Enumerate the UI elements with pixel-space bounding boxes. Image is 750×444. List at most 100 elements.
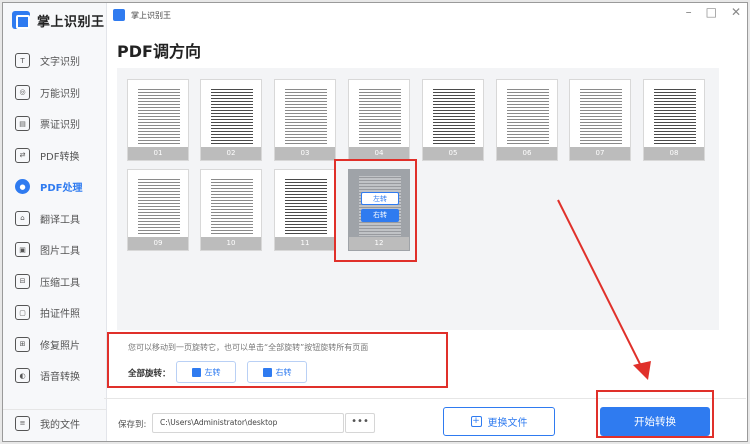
repair-photo-icon: ⊞ (15, 336, 30, 352)
sidebar-item-3[interactable]: ⇄ PDF转换 (3, 140, 106, 172)
start-convert-button[interactable]: 开始转换 (600, 407, 710, 436)
rotate-hint: 您可以移动到一页旋转它，也可以单击“全部旋转”按钮旋转所有页面 (128, 343, 369, 352)
sidebar-item-9[interactable]: ⊞ 修复照片 (3, 329, 106, 361)
app-logo-icon (12, 11, 30, 29)
page-thumbnail[interactable]: 左转右转 12 (348, 169, 410, 251)
ticket-recognition-icon: ▤ (15, 116, 30, 132)
page-thumbnail[interactable]: 01 (127, 79, 189, 161)
page-preview (359, 88, 401, 146)
page-preview (138, 178, 180, 236)
id-photo-icon: ▢ (15, 305, 30, 321)
page-preview (580, 88, 622, 146)
app-name: 掌上识别王 (37, 14, 105, 30)
brand: 掌上识别王 (12, 9, 105, 31)
image-tool-icon: ▣ (15, 242, 30, 258)
rotate-all-right-label: 右转 (275, 367, 292, 377)
page-preview (138, 88, 180, 146)
translate-icon: ⌂ (15, 210, 30, 226)
sidebar-item-label: PDF转换 (40, 151, 80, 163)
minimize-icon[interactable]: – (686, 5, 692, 19)
page-preview (211, 178, 253, 236)
save-to-label: 保存到: (118, 420, 147, 430)
sidebar-item-label: 票证识别 (40, 120, 80, 132)
page-preview (507, 88, 549, 146)
page-thumbnail[interactable]: 10 (200, 169, 262, 251)
close-icon[interactable]: ✕ (731, 5, 741, 19)
rotate-page-left-button[interactable]: 左转 (361, 192, 399, 205)
sidebar-item-5[interactable]: ⌂ 翻译工具 (3, 203, 106, 235)
sidebar-item-label: 拍证件照 (40, 309, 80, 321)
maximize-icon[interactable]: □ (706, 5, 717, 19)
page-number: 10 (201, 237, 261, 250)
bottom-divider (104, 398, 746, 399)
page-number: 01 (128, 147, 188, 160)
title-bar: 掌上识别王 – □ ✕ (107, 3, 747, 27)
change-file-button[interactable]: + 更换文件 (443, 407, 555, 436)
window-controls: – □ ✕ (686, 5, 741, 19)
universal-recognition-icon: ◎ (15, 84, 30, 100)
page-thumbnail[interactable]: 05 (422, 79, 484, 161)
page-preview (285, 178, 327, 236)
sidebar-item-4[interactable]: ● PDF处理 (3, 171, 106, 203)
text-recognition-icon: T (15, 53, 30, 69)
sidebar-nav: T 文字识别 ◎ 万能识别 ▤ 票证识别 ⇄ PDF转换 ● PDF处理 ⌂ 翻译工具 ▣ 图片工具 ⊟ 压缩… (3, 45, 106, 392)
sidebar-item-10[interactable]: ◐ 语音转换 (3, 360, 106, 392)
window-title: 掌上识别王 (131, 10, 171, 20)
plus-icon: + (470, 416, 482, 427)
page-thumbnail[interactable]: 03 (274, 79, 336, 161)
page-thumbnail[interactable]: 04 (348, 79, 410, 161)
sidebar-item-1[interactable]: ◎ 万能识别 (3, 77, 106, 109)
page-thumbnail[interactable]: 11 (274, 169, 336, 251)
pdf-convert-icon: ⇄ (15, 147, 30, 163)
pdf-process-icon: ● (15, 179, 30, 195)
page-thumbnail[interactable]: 08 (643, 79, 705, 161)
sidebar-item-label: 翻译工具 (40, 214, 80, 226)
rotate-page-right-button[interactable]: 右转 (361, 209, 399, 222)
sidebar: 掌上识别王 T 文字识别 ◎ 万能识别 ▤ 票证识别 ⇄ PDF转换 ● PDF处理 ⌂ 翻译工具 ▣ 图… (3, 3, 107, 441)
sidebar-item-0[interactable]: T 文字识别 (3, 45, 106, 77)
page-number: 08 (644, 147, 704, 160)
rotate-all-label: 全部旋转： (128, 369, 171, 379)
window-logo-icon (113, 9, 125, 21)
sidebar-item-2[interactable]: ▤ 票证识别 (3, 108, 106, 140)
page-number: 02 (201, 147, 261, 160)
page-number: 11 (275, 237, 335, 250)
change-file-label: 更换文件 (487, 418, 528, 429)
page-grid: 01 02 03 04 05 06 07 08 09 10 11 左转右转 12 (117, 68, 719, 330)
page-title: PDF调方向 (117, 42, 201, 61)
page-preview (654, 88, 696, 146)
page-number: 06 (497, 147, 557, 160)
sidebar-item-6[interactable]: ▣ 图片工具 (3, 234, 106, 266)
rotate-all-left-label: 左转 (204, 367, 221, 377)
page-number: 09 (128, 237, 188, 250)
sidebar-item-label: 文字识别 (40, 57, 80, 69)
page-preview (359, 176, 401, 236)
page-thumbnail[interactable]: 02 (200, 79, 262, 161)
my-files-icon: ≡ (15, 415, 30, 431)
sidebar-item-8[interactable]: ▢ 拍证件照 (3, 297, 106, 329)
page-preview (433, 88, 475, 146)
page-thumbnail[interactable]: 07 (569, 79, 631, 161)
sidebar-item-my-files[interactable]: ≡ 我的文件 (3, 410, 106, 436)
page-thumbnail[interactable]: 09 (127, 169, 189, 251)
sidebar-bottom: ≡ 我的文件 (3, 409, 106, 435)
sidebar-item-label: 我的文件 (40, 419, 80, 431)
sidebar-item-label: 压缩工具 (40, 277, 80, 289)
save-path-field[interactable]: C:\Users\Administrator\desktop (152, 413, 344, 433)
sidebar-item-label: 修复照片 (40, 340, 80, 352)
rotate-all-left-button[interactable]: 左转 (176, 361, 236, 383)
browse-button[interactable]: ••• (345, 413, 375, 433)
sidebar-item-7[interactable]: ⊟ 压缩工具 (3, 266, 106, 298)
page-number: 07 (570, 147, 630, 160)
page-number: 05 (423, 147, 483, 160)
page-thumbnail[interactable]: 06 (496, 79, 558, 161)
rotate-right-icon (262, 367, 272, 377)
page-number: 03 (275, 147, 335, 160)
rotate-left-icon (191, 367, 201, 377)
page-number: 04 (349, 147, 409, 160)
page-number: 12 (349, 237, 409, 250)
sidebar-item-label: 语音转换 (40, 372, 80, 384)
page-preview (211, 88, 253, 146)
voice-convert-icon: ◐ (15, 368, 30, 384)
rotate-all-right-button[interactable]: 右转 (247, 361, 307, 383)
